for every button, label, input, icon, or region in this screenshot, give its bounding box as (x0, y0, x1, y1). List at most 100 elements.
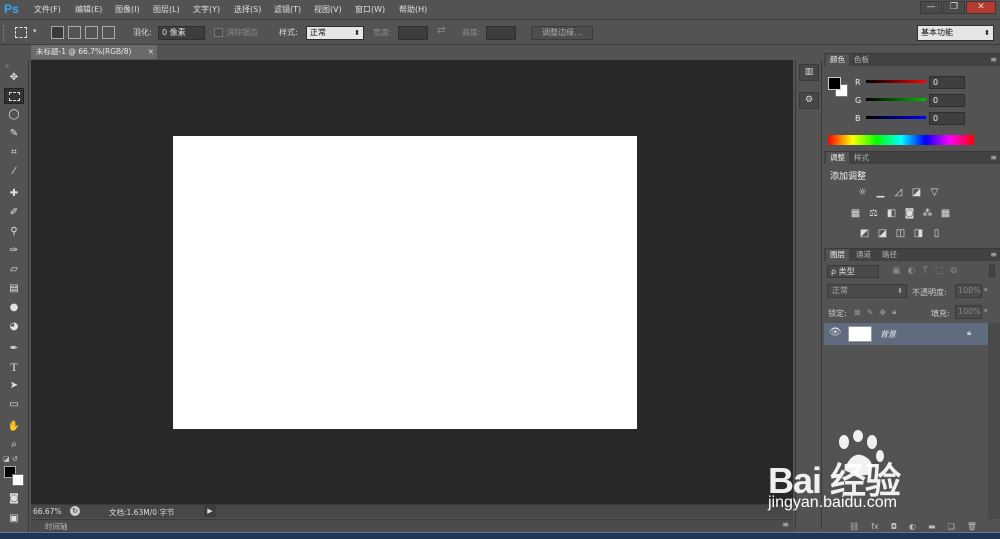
history-panel-icon[interactable]: ▥ (799, 64, 819, 81)
lock-paint-icon[interactable]: ✎ (867, 308, 874, 317)
collapse-icon[interactable]: » (5, 62, 9, 70)
pen-tool-icon[interactable]: ✒ (4, 341, 24, 357)
menu-edit[interactable]: 编辑(E) (75, 4, 102, 15)
quick-selection-tool-icon[interactable]: ✎ (4, 126, 24, 142)
filter-smart-object-icon[interactable]: ⧉ (950, 266, 956, 276)
tab-color[interactable]: 颜色 (826, 54, 849, 66)
threshold-icon[interactable]: ◫ (894, 227, 907, 240)
eraser-tool-icon[interactable]: ▱ (4, 262, 24, 278)
black-white-icon[interactable]: ◧ (885, 207, 898, 220)
menu-image[interactable]: 图像(I) (115, 4, 140, 15)
properties-panel-icon[interactable]: ⚙ (799, 92, 819, 109)
new-selection-icon[interactable] (51, 26, 64, 39)
menu-layer[interactable]: 图层(L) (153, 4, 180, 15)
link-layers-icon[interactable]: ⛓︎ (849, 522, 859, 531)
panel-menu-icon[interactable]: ≡ (990, 249, 997, 261)
menu-view[interactable]: 视图(V) (314, 4, 342, 15)
history-brush-tool-icon[interactable]: ✑ (4, 243, 24, 259)
menu-select[interactable]: 选择(S) (234, 4, 261, 15)
filter-pixel-icon[interactable]: ▣ (892, 266, 901, 276)
foreground-color-swatch[interactable] (828, 77, 841, 90)
photo-filter-icon[interactable]: ◙ (903, 207, 916, 220)
close-icon[interactable]: × (148, 45, 154, 59)
tab-paths[interactable]: 路径 (878, 249, 901, 261)
reset-colors-icon[interactable]: ◪ ↺ (3, 455, 25, 463)
quick-mask-icon[interactable]: ◙ (4, 491, 24, 507)
type-tool-icon[interactable]: T (4, 359, 24, 375)
clone-stamp-tool-icon[interactable]: ⚲ (4, 224, 24, 240)
vibrance-icon[interactable]: ▽ (928, 186, 941, 199)
antialias-checkbox[interactable] (214, 28, 223, 37)
close-button[interactable]: ✕ (966, 1, 996, 14)
menu-help[interactable]: 帮助(H) (399, 4, 427, 15)
zoom-level[interactable]: 66.67% (33, 507, 62, 516)
brightness-contrast-icon[interactable]: ☼ (856, 186, 869, 199)
chevron-down-icon[interactable]: ▾ (33, 27, 37, 35)
intersect-selection-icon[interactable] (102, 26, 115, 39)
tab-styles[interactable]: 样式 (850, 152, 873, 164)
layer-name[interactable]: 背景 (880, 329, 896, 340)
lock-move-icon[interactable]: ✥ (879, 308, 886, 317)
chevron-down-icon[interactable]: ▾ (984, 286, 988, 294)
red-value-input[interactable]: 0 (929, 76, 965, 89)
color-lookup-icon[interactable]: ▦ (939, 207, 952, 220)
add-to-selection-icon[interactable] (68, 26, 81, 39)
visibility-eye-icon[interactable]: 👁︎ (829, 327, 842, 338)
crop-tool-icon[interactable]: ⌗ (4, 145, 24, 161)
panel-menu-icon[interactable]: ≡ (782, 520, 789, 529)
fill-input[interactable]: 100% (955, 305, 982, 319)
tab-adjustments[interactable]: 调整 (826, 152, 849, 164)
layer-style-icon[interactable]: fx (871, 522, 879, 531)
color-balance-icon[interactable]: ⚖ (867, 207, 880, 220)
tab-channels[interactable]: 通道 (852, 249, 875, 261)
screen-mode-icon[interactable]: ▣ (4, 511, 24, 527)
feather-input[interactable]: 0 像素 (158, 26, 205, 40)
blend-mode-select[interactable]: 正常 ⬍ (827, 284, 907, 298)
blue-slider[interactable] (866, 116, 926, 119)
gradient-tool-icon[interactable]: ▤ (4, 281, 24, 297)
selective-color-icon[interactable]: ▯ (930, 227, 943, 240)
red-slider[interactable] (866, 80, 926, 83)
style-select[interactable]: 正常 ⬍ (306, 26, 364, 40)
timeline-label[interactable]: 时间轴 (45, 521, 68, 532)
color-spectrum-bar[interactable] (828, 135, 974, 145)
posterize-icon[interactable]: ◪ (876, 227, 889, 240)
layer-row-background[interactable]: 👁︎ 背景 🔒︎ (824, 323, 988, 345)
filter-adjustment-icon[interactable]: ◐ (908, 266, 916, 276)
tab-swatches[interactable]: 色板 (850, 54, 873, 66)
refine-edge-button[interactable]: 调整边缘... (531, 26, 593, 40)
new-layer-icon[interactable]: ❑ (948, 522, 955, 531)
restore-button[interactable]: ❐ (943, 1, 965, 14)
hue-saturation-icon[interactable]: ▦ (849, 207, 862, 220)
blur-tool-icon[interactable]: ● (4, 300, 24, 316)
invert-icon[interactable]: ◩ (858, 227, 871, 240)
minimize-button[interactable]: — (920, 1, 942, 14)
panel-menu-icon[interactable]: ≡ (990, 54, 997, 66)
chevron-down-icon[interactable]: ▾ (984, 307, 988, 315)
green-value-input[interactable]: 0 (929, 94, 965, 107)
brush-tool-icon[interactable]: ✐ (4, 205, 24, 221)
width-input[interactable] (398, 26, 428, 40)
opacity-input[interactable]: 100% (955, 284, 982, 298)
levels-icon[interactable]: ▁ (874, 186, 887, 199)
play-icon[interactable]: ▶ (204, 505, 216, 517)
menu-file[interactable]: 文件(F) (34, 4, 61, 15)
exposure-icon[interactable]: ◪ (910, 186, 923, 199)
filter-shape-icon[interactable]: ⬚ (935, 266, 944, 276)
export-icon[interactable]: ↻ (70, 506, 80, 516)
height-input[interactable] (486, 26, 516, 40)
panel-menu-icon[interactable]: ≡ (990, 152, 997, 164)
gradient-map-icon[interactable]: ◨ (912, 227, 925, 240)
healing-brush-tool-icon[interactable]: ✚ (4, 186, 24, 202)
layers-scrollbar[interactable] (988, 323, 1000, 519)
lasso-tool-icon[interactable]: ◯ (4, 107, 24, 123)
canvas[interactable] (173, 136, 637, 429)
hand-tool-icon[interactable]: ✋ (4, 419, 24, 435)
lock-all-icon[interactable]: 🔒︎ (892, 307, 896, 317)
layer-filter-select[interactable]: ρ 类型 (827, 265, 879, 278)
zoom-tool-icon[interactable]: ⌕ (4, 437, 24, 453)
add-mask-icon[interactable]: ◘ (891, 522, 897, 531)
lock-transparent-icon[interactable]: ⊠ (854, 308, 861, 317)
rect-marquee-tool-icon[interactable] (4, 88, 24, 104)
new-group-icon[interactable]: ▬ (928, 522, 936, 531)
